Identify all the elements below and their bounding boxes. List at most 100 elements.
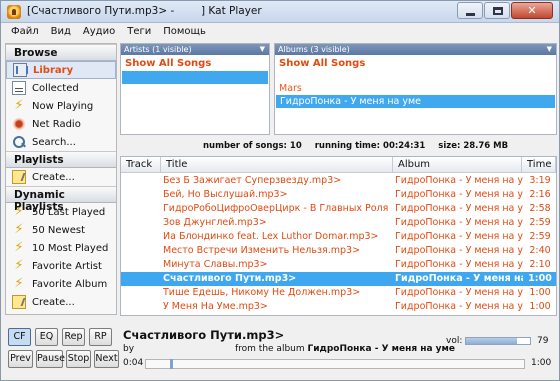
cell-time: 1:00 (528, 273, 552, 284)
menu-file[interactable]: Файл (5, 24, 45, 42)
repeat-button[interactable]: Rep (62, 328, 85, 346)
volume-fill (466, 338, 517, 344)
title-bar: [Счастливого Пути.mp3> - ] Kat Player ✕ (1, 1, 559, 23)
cell-time: 2:10 (529, 259, 551, 270)
artists-show-all[interactable]: Show All Songs (121, 55, 269, 71)
artists-panel-header[interactable]: Artists (1 visible) ▼ (121, 44, 269, 55)
sidebar-item-50-last-played[interactable]: ⚡ 50 Last Played (6, 203, 116, 221)
playlists-header: Playlists (6, 151, 116, 168)
sidebar-item-label: Library (33, 64, 74, 76)
sidebar-item-create-playlist[interactable]: Create... (6, 168, 116, 186)
random-play-button[interactable]: RP (89, 328, 112, 346)
equalizer-button[interactable]: EQ (35, 328, 58, 346)
sidebar: Browse Library Collected ⚡ Now Playing N… (5, 43, 117, 315)
sidebar-item-50-newest[interactable]: ⚡ 50 Newest (6, 221, 116, 239)
table-row[interactable]: Бей, Но Выслушай.mp3> ГидроПонка - У меня… (121, 188, 556, 202)
sidebar-item-create-dynamic[interactable]: Create... (6, 293, 116, 311)
volume-label: vol: (446, 336, 463, 346)
table-row[interactable]: ГидроРобоЦифроОверЦирк - В Главных Ролях… (121, 202, 556, 216)
sidebar-item-favorite-artist[interactable]: ⚡ Favorite Artist (6, 257, 116, 275)
artists-panel: Artists (1 visible) ▼ Show All Songs (120, 43, 270, 135)
radio-icon (12, 117, 26, 131)
crossfade-button[interactable]: CF (8, 328, 31, 346)
lightning-icon: ⚡ (14, 222, 24, 237)
column-header-time[interactable]: Time (522, 157, 556, 173)
menu-help[interactable]: Помощь (157, 24, 212, 42)
sidebar-item-label: 10 Most Played (32, 242, 109, 254)
cell-title: ГидроРобоЦифроОверЦирк - В Главных Ролях… (163, 203, 388, 214)
lightning-icon: ⚡ (14, 258, 24, 273)
cell-title: Бей, Но Выслушай.mp3> (163, 189, 288, 200)
menu-audio[interactable]: Аудио (77, 24, 121, 42)
sidebar-item-collected[interactable]: Collected (6, 79, 116, 97)
previous-button[interactable]: Prev (8, 350, 33, 368)
album-list-item[interactable]: Mars (275, 71, 556, 94)
cell-title: Место Встречи Изменить Нельзя.mp3> (163, 245, 361, 256)
sidebar-item-net-radio[interactable]: Net Radio (6, 115, 116, 133)
window-title-suffix: ] Kat Player (201, 5, 262, 17)
cell-album: ГидроПонка - У меня на уме (395, 259, 523, 270)
table-row[interactable]: Без Б Зажигает Суперзвезду.mp3> ГидроПонк… (121, 174, 556, 188)
table-row[interactable]: Минута Славы.mp3> ГидроПонка - У меня на … (121, 258, 556, 272)
table-row[interactable]: Тише Едешь, Никому Не Должен.mp3> ГидроПо… (121, 286, 556, 300)
table-row[interactable]: У Меня На Уме.mp3> ГидроПонка - У меня на… (121, 300, 556, 314)
sidebar-item-label: Net Radio (32, 118, 81, 130)
sidebar-item-now-playing[interactable]: ⚡ Now Playing (6, 97, 116, 115)
track-duration: 1:00 (531, 358, 552, 368)
browse-header: Browse (6, 44, 116, 61)
artists-header-label: Artists (1 visible) (124, 45, 192, 54)
album-list-item-selected[interactable]: ГидроПонка - У меня на уме (276, 95, 555, 108)
seek-bar[interactable] (145, 359, 525, 369)
volume-slider[interactable] (465, 337, 531, 345)
column-header-title[interactable]: Title (161, 157, 393, 173)
table-row[interactable]: Счастливого Пути.mp3> ГидроПонка - У меня… (121, 272, 556, 286)
cell-time: 2:16 (529, 189, 551, 200)
sidebar-item-search[interactable]: Search... (6, 133, 116, 151)
library-info-bar: number of songs: 10 running time: 00:24:… (120, 138, 557, 154)
lightning-icon: ⚡ (14, 276, 24, 291)
albums-header-label: Albums (3 visible) (278, 45, 350, 54)
dropdown-arrow-icon: ▼ (546, 45, 552, 53)
cell-album: ГидроПонка - У меня на уме (395, 231, 523, 242)
menu-view[interactable]: Вид (45, 24, 77, 42)
pause-button[interactable]: Pause (36, 350, 65, 368)
cell-time: 2:40 (529, 245, 551, 256)
sidebar-item-label: Favorite Artist (32, 260, 102, 272)
albums-panel: Albums (3 visible) ▼ Show All Songs Mars… (274, 43, 557, 135)
seek-thumb[interactable] (170, 359, 173, 369)
column-header-album[interactable]: Album (393, 157, 522, 173)
table-row[interactable]: Йа Блондинко feat. Lex Luthor Domar.mp3>… (121, 230, 556, 244)
sidebar-item-label: Collected (32, 82, 79, 94)
artist-list-item-selected[interactable] (122, 71, 268, 84)
create-playlist-icon (12, 170, 26, 184)
cell-album: ГидроПонка - У меня на уме (395, 203, 523, 214)
now-playing-artist: by (123, 344, 135, 354)
cell-time: 3:19 (529, 175, 551, 186)
cell-time: 1:00 (529, 287, 551, 298)
sidebar-item-label: Favorite Album (32, 278, 108, 290)
menu-tags[interactable]: Теги (121, 24, 157, 42)
close-button[interactable]: ✕ (511, 2, 553, 19)
cell-title: Тише Едешь, Никому Не Должен.mp3> (163, 287, 361, 298)
cell-title: Минута Славы.mp3> (163, 259, 268, 270)
table-row[interactable]: Зов Джунглей.mp3> ГидроПонка - У меня на … (121, 216, 556, 230)
albums-show-all[interactable]: Show All Songs (275, 55, 556, 71)
stop-button[interactable]: Stop (66, 350, 91, 368)
cell-title: Йа Блондинко feat. Lex Luthor Domar.mp3> (163, 231, 379, 242)
sidebar-item-10-most-played[interactable]: ⚡ 10 Most Played (6, 239, 116, 257)
cell-album: ГидроПонка - У меня на уме (395, 301, 523, 312)
cell-title: Зов Джунглей.mp3> (163, 217, 267, 228)
library-size: size: 28.76 MB (438, 141, 509, 151)
cell-album: ГидроПонка - У меня на уме (395, 245, 523, 256)
table-row[interactable]: Место Встречи Изменить Нельзя.mp3> ГидроП… (121, 244, 556, 258)
column-header-track[interactable]: Track (121, 157, 161, 173)
sidebar-item-label: 50 Newest (32, 224, 85, 236)
sidebar-item-favorite-album[interactable]: ⚡ Favorite Album (6, 275, 116, 293)
albums-panel-header[interactable]: Albums (3 visible) ▼ (275, 44, 556, 55)
sidebar-item-library[interactable]: Library (6, 61, 116, 79)
next-button[interactable]: Next (94, 350, 119, 368)
lightning-icon: ⚡ (14, 98, 24, 113)
cell-time: 2:59 (529, 217, 551, 228)
minimize-button[interactable] (457, 2, 483, 19)
maximize-button[interactable] (484, 2, 510, 19)
